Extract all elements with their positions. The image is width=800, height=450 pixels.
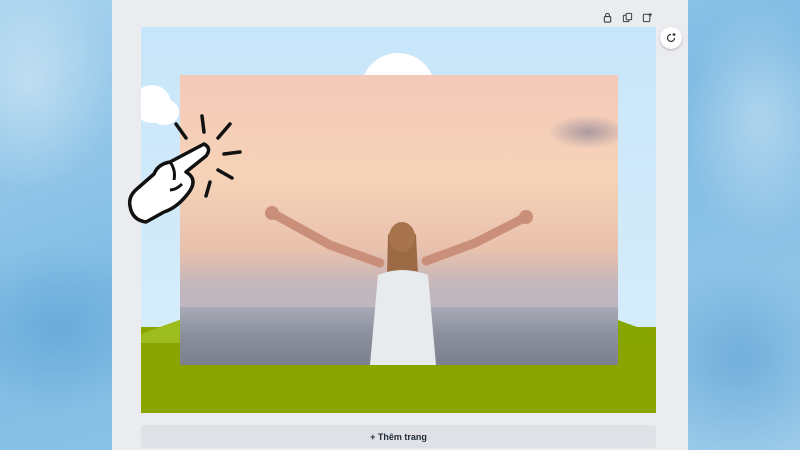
tap-hand-icon [127, 114, 242, 224]
add-page-button[interactable]: + Thêm trang [141, 425, 656, 448]
page-toolbar [600, 10, 654, 24]
lock-icon[interactable] [600, 10, 614, 24]
add-page-label: + Thêm trang [370, 431, 427, 442]
duplicate-icon[interactable] [620, 10, 634, 24]
add-page-icon[interactable] [640, 10, 654, 24]
refresh-plus-icon[interactable] [660, 27, 682, 49]
